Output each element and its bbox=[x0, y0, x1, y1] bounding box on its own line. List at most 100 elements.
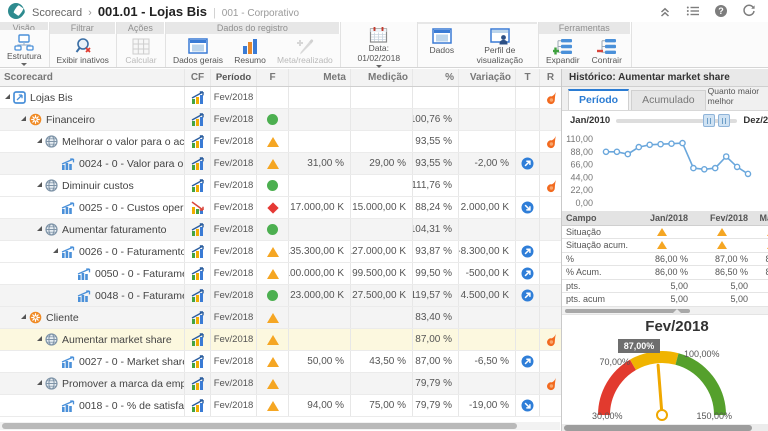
table-row[interactable]: ClienteFev/201883,40 % bbox=[0, 307, 561, 329]
table-row[interactable]: 0050 - 0 - Faturamento com vendasFev/201… bbox=[0, 263, 561, 285]
tab-acumulado[interactable]: Acumulado bbox=[631, 90, 706, 110]
col-cf[interactable]: CF bbox=[185, 69, 211, 86]
table-row[interactable]: 0024 - 0 - Valor para o acionista (SVA)F… bbox=[0, 153, 561, 175]
trend-icon[interactable] bbox=[516, 351, 540, 372]
dados-button[interactable]: Dados bbox=[420, 25, 464, 66]
table-row[interactable]: 0026 - 0 - FaturamentoFev/2018135.300,00… bbox=[0, 241, 561, 263]
col-scorecard[interactable]: Scorecard bbox=[0, 69, 185, 86]
tree-expand-caret[interactable] bbox=[5, 94, 10, 99]
variacao-value: -8.300,00 K bbox=[459, 241, 516, 262]
detail-row[interactable]: Situação bbox=[562, 226, 768, 240]
trend-icon[interactable] bbox=[516, 285, 540, 306]
flame-icon bbox=[540, 153, 561, 174]
contrair-button[interactable]: Contrair bbox=[585, 35, 629, 66]
row-label: Aumentar faturamento bbox=[62, 224, 166, 236]
ribbon-group-dados-registro: Dados do registro Dados gerais Resumo Me… bbox=[166, 22, 341, 67]
trend-icon[interactable] bbox=[516, 241, 540, 262]
slider-handle-right[interactable] bbox=[718, 114, 730, 127]
collapse-ribbon-icon[interactable] bbox=[658, 4, 672, 18]
status-shape-yellow bbox=[257, 373, 289, 394]
col-periodo[interactable]: Período bbox=[211, 69, 257, 86]
meta-value bbox=[289, 131, 351, 152]
flame-icon[interactable] bbox=[540, 373, 561, 394]
variacao-value: -6,50 % bbox=[459, 351, 516, 372]
app-logo-icon[interactable] bbox=[8, 3, 24, 19]
window-person-icon bbox=[490, 27, 510, 45]
detail-row[interactable]: pts.5,005,005, bbox=[562, 280, 768, 294]
tree-expand-caret[interactable] bbox=[21, 314, 26, 319]
flame-icon bbox=[540, 197, 561, 218]
panel-horizontal-scrollbar[interactable] bbox=[562, 424, 768, 431]
row-label: Promover a marca da empresa bbox=[62, 378, 184, 390]
tree-minus-icon bbox=[597, 37, 617, 55]
tree-expand-caret[interactable] bbox=[37, 226, 42, 231]
exibir-inativos-button[interactable]: Exibir inativos bbox=[52, 35, 114, 66]
table-row[interactable]: Diminuir custosFev/2018111,76 % bbox=[0, 175, 561, 197]
table-row[interactable]: Melhorar o valor para o acionistaFev/201… bbox=[0, 131, 561, 153]
flame-icon[interactable] bbox=[540, 329, 561, 350]
trend-icon[interactable] bbox=[516, 153, 540, 174]
col-t[interactable]: T bbox=[516, 69, 540, 86]
tree-expand-caret[interactable] bbox=[37, 182, 42, 187]
col-medicao[interactable]: Medição bbox=[351, 69, 413, 86]
col-f[interactable]: F bbox=[257, 69, 289, 86]
estrutura-button[interactable]: Estrutura bbox=[2, 31, 47, 66]
table-row[interactable]: 0018 - 0 - % de satisfação dos clientesF… bbox=[0, 395, 561, 417]
table-row[interactable]: Aumentar faturamentoFev/2018104,31 % bbox=[0, 219, 561, 241]
refresh-icon[interactable] bbox=[742, 4, 756, 18]
periodo-value: Fev/2018 bbox=[211, 307, 257, 328]
table-row[interactable]: 0025 - 0 - Custos operacionaisFev/201817… bbox=[0, 197, 561, 219]
tab-periodo[interactable]: Período bbox=[568, 89, 629, 110]
trend-icon[interactable] bbox=[516, 263, 540, 284]
tree-expand-caret[interactable] bbox=[21, 116, 26, 121]
detail-table-scrollbar[interactable] bbox=[562, 307, 768, 314]
detail-row[interactable]: Situação acum. bbox=[562, 239, 768, 253]
table-row[interactable]: 0027 - 0 - Market shareFev/201850,00 %43… bbox=[0, 351, 561, 373]
breadcrumb-section[interactable]: Scorecard bbox=[32, 7, 82, 19]
tree-expand-caret[interactable] bbox=[37, 380, 42, 385]
detail-row[interactable]: pts. acum5,005,005, bbox=[562, 293, 768, 307]
help-icon[interactable]: ? bbox=[714, 4, 728, 18]
col-pct[interactable]: % bbox=[413, 69, 459, 86]
table-row[interactable]: Lojas BisFev/2018 bbox=[0, 87, 561, 109]
list-icon[interactable] bbox=[686, 4, 700, 18]
trend-icon[interactable] bbox=[516, 197, 540, 218]
slider-track[interactable] bbox=[616, 119, 737, 123]
chart-up-icon bbox=[185, 351, 211, 372]
grid-horizontal-scrollbar[interactable] bbox=[0, 422, 560, 430]
tree-expand-caret[interactable] bbox=[53, 248, 58, 253]
flame-icon[interactable] bbox=[540, 175, 561, 196]
col-variacao[interactable]: Variação bbox=[459, 69, 516, 86]
dados-gerais-button[interactable]: Dados gerais bbox=[168, 35, 228, 66]
flame-icon[interactable] bbox=[540, 131, 561, 152]
row-label: 0026 - 0 - Faturamento bbox=[79, 246, 184, 258]
detail-row[interactable]: %86,00 %87,00 %83,00 bbox=[562, 253, 768, 267]
tree-expand-caret[interactable] bbox=[37, 138, 42, 143]
medicao-value: 29,00 % bbox=[351, 153, 413, 174]
data-picker-button[interactable]: Data: 01/02/2018 bbox=[343, 23, 415, 68]
pct-value: 93,87 % bbox=[413, 241, 459, 262]
col-r[interactable]: R bbox=[540, 69, 561, 86]
table-row[interactable]: FinanceiroFev/2018100,76 % bbox=[0, 109, 561, 131]
table-row[interactable]: Promover a marca da empresaFev/201879,79… bbox=[0, 373, 561, 395]
detail-campo: % bbox=[562, 253, 632, 266]
col-meta[interactable]: Meta bbox=[289, 69, 351, 86]
slider-handle-left[interactable] bbox=[703, 114, 715, 127]
table-row[interactable]: 0048 - 0 - Faturamento de outras fonteFe… bbox=[0, 285, 561, 307]
scorecard-cell: Melhorar o valor para o acionista bbox=[0, 131, 185, 152]
trend-icon[interactable] bbox=[516, 395, 540, 416]
detail-row[interactable]: % Acum.86,00 %86,50 %85,34 bbox=[562, 266, 768, 280]
meta-realizado-button: Meta/realizado bbox=[272, 35, 338, 66]
medicao-value: 15.000,00 K bbox=[351, 197, 413, 218]
resumo-button[interactable]: Resumo bbox=[228, 35, 272, 66]
flame-icon bbox=[540, 307, 561, 328]
table-row[interactable]: Aumentar market shareFev/201887,00 % bbox=[0, 329, 561, 351]
detail-value: 5,00 bbox=[632, 280, 692, 293]
history-panel: Histórico: Aumentar market share » Perío… bbox=[562, 69, 768, 431]
flame-icon[interactable] bbox=[540, 87, 561, 108]
tree-expand-caret[interactable] bbox=[37, 336, 42, 341]
trend-icon bbox=[516, 373, 540, 394]
meta-value: 100.000,00 K bbox=[289, 263, 351, 284]
expandir-button[interactable]: Expandir bbox=[541, 35, 585, 66]
perfil-visualizacao-button[interactable]: Perfil de visualização bbox=[464, 25, 536, 66]
